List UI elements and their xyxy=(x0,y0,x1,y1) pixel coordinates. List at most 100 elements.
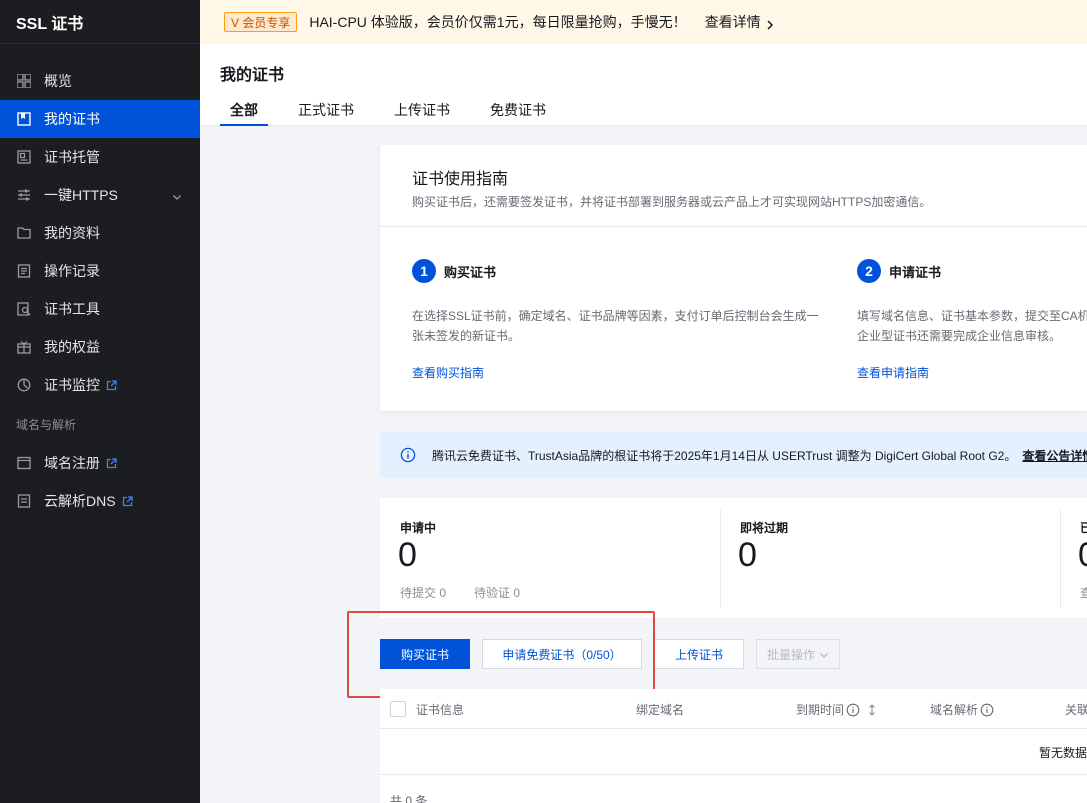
sidebar-item-label: 一键HTTPS xyxy=(44,187,118,203)
stat-expiring: 即将过期 0 xyxy=(720,498,1060,618)
sidebar-item-label: 我的资料 xyxy=(44,225,100,241)
sidebar: SSL 证书 概览 我的证书 证书托管 一键HTTPS 我的资料 操作记录 证书… xyxy=(0,0,200,803)
sidebar-item-label: 操作记录 xyxy=(44,263,100,279)
stat-sub: 查 xyxy=(1080,584,1087,601)
sidebar-item-label: 域名注册 xyxy=(44,455,100,471)
select-all-checkbox[interactable] xyxy=(390,701,406,717)
view-details-label: 查看详情 xyxy=(704,14,761,30)
notice-text: 腾讯云免费证书、TrustAsia品牌的根证书将于2025年1月14日从 USE… xyxy=(432,448,1017,463)
tab-free[interactable]: 免费证书 xyxy=(480,100,556,126)
stat-label: 已 xyxy=(1080,521,1087,535)
stat-value[interactable]: 0 xyxy=(398,536,417,575)
external-link-icon xyxy=(106,379,117,391)
sidebar-item-one-click-https[interactable]: 一键HTTPS xyxy=(0,176,200,214)
step-title: 申请证书 xyxy=(889,264,942,280)
cert-toolbar: 购买证书 申请免费证书（0/50） 上传证书 批量操作 xyxy=(380,639,852,669)
sidebar-item-domain-registration[interactable]: 域名注册 xyxy=(0,444,200,482)
folder-icon xyxy=(16,225,32,241)
stat-sub: 待提交 0 待验证 0 xyxy=(400,584,520,601)
pending-submit-count[interactable]: 待提交 0 xyxy=(400,586,446,600)
tab-all[interactable]: 全部 xyxy=(220,100,268,126)
divider xyxy=(380,226,1087,227)
page-header: 我的证书 全部 正式证书 上传证书 免费证书 xyxy=(200,44,1087,126)
empty-state: 暂无数据 xyxy=(1038,746,1087,760)
column-label: 到期时间 xyxy=(796,703,845,717)
guide-description: 购买证书后，还需要签发证书，并将证书部署到服务器或云产品上才可实现网站HTTPS… xyxy=(412,195,932,209)
batch-operation-dropdown[interactable]: 批量操作 xyxy=(756,639,841,669)
hosting-icon xyxy=(16,149,32,165)
column-bound-domain: 绑定域名 xyxy=(636,703,685,717)
step-description: 填写域名信息、证书基本参数，提交至CA机 企业型证书还需要完成企业信息审核。 xyxy=(857,309,1087,343)
apply-free-certificate-button[interactable]: 申请免费证书（0/50） xyxy=(482,639,642,669)
chevron-right-icon xyxy=(766,17,774,30)
apply-guide-link[interactable]: 查看申请指南 xyxy=(857,364,929,381)
sidebar-group-label: 域名与解析 xyxy=(16,417,77,432)
guide-step-apply: 2 申请证书 填写域名信息、证书基本参数，提交至CA机 企业型证书还需要完成企业… xyxy=(857,259,1087,381)
sidebar-item-hosting[interactable]: 证书托管 xyxy=(0,138,200,176)
sidebar-item-operation-log[interactable]: 操作记录 xyxy=(0,252,200,290)
sidebar-item-label: 证书托管 xyxy=(44,149,100,165)
sidebar-item-label: 概览 xyxy=(44,73,72,89)
sidebar-item-cert-tools[interactable]: 证书工具 xyxy=(0,290,200,328)
total-count: 共 0 条 xyxy=(390,794,428,803)
stat-third: 已 0 查 xyxy=(1060,498,1087,618)
chevron-down-icon xyxy=(819,649,829,659)
grid-icon xyxy=(16,73,32,89)
cert-stats: 申请中 0 待提交 0 待验证 0 即将过期 0 已 0 查 xyxy=(380,498,1087,618)
info-icon xyxy=(400,447,416,463)
guide-title: 证书使用指南 xyxy=(412,171,509,188)
upload-certificate-button[interactable]: 上传证书 xyxy=(654,639,745,669)
table-header: 证书信息 绑定域名 到期时间 域名解析 关联 xyxy=(380,689,1087,729)
root-cert-notice: 腾讯云免费证书、TrustAsia品牌的根证书将于2025年1月14日从 USE… xyxy=(380,432,1087,478)
certificate-table: 证书信息 绑定域名 到期时间 域名解析 关联 暂无数据 共 0 条 xyxy=(380,689,1087,803)
sidebar-nav-domain: 域名注册 云解析DNS xyxy=(0,444,200,520)
sidebar-item-label: 证书监控 xyxy=(44,377,100,393)
column-associated: 关联 xyxy=(1065,703,1087,717)
stat-sub-text: 查 xyxy=(1080,586,1087,600)
tab-official[interactable]: 正式证书 xyxy=(288,100,364,126)
divider xyxy=(380,774,1087,775)
gift-icon xyxy=(16,339,32,355)
monitor-icon xyxy=(16,377,32,393)
sidebar-item-my-profile[interactable]: 我的资料 xyxy=(0,214,200,252)
external-link-icon xyxy=(106,457,117,469)
promo-banner: V 会员专享 HAI-CPU 体验版，会员价仅需1元，每日限量抢购，手慢无！ 查… xyxy=(200,0,1087,44)
sidebar-item-cloud-dns[interactable]: 云解析DNS xyxy=(0,482,200,520)
view-details-link[interactable]: 查看详情 xyxy=(705,12,774,32)
sidebar-item-my-benefits[interactable]: 我的权益 xyxy=(0,328,200,366)
buy-guide-link[interactable]: 查看购买指南 xyxy=(412,364,484,381)
tool-icon xyxy=(16,301,32,317)
domain-icon xyxy=(16,455,32,471)
external-link-icon xyxy=(122,495,133,507)
stat-label: 即将过期 xyxy=(740,521,789,535)
pending-verify-count[interactable]: 待验证 0 xyxy=(474,586,520,600)
column-dns: 域名解析 xyxy=(930,701,994,718)
buy-certificate-button[interactable]: 购买证书 xyxy=(380,639,470,669)
sidebar-item-overview[interactable]: 概览 xyxy=(0,62,200,100)
sidebar-item-label: 我的权益 xyxy=(44,339,100,355)
cert-tabs: 全部 正式证书 上传证书 免费证书 xyxy=(220,100,576,126)
vip-badge: V 会员专享 xyxy=(224,12,298,32)
dns-icon xyxy=(16,493,32,509)
chevron-down-icon xyxy=(172,189,182,200)
certificate-icon xyxy=(16,111,32,127)
stat-applying: 申请中 0 待提交 0 待验证 0 xyxy=(380,498,720,618)
usage-guide-card: 证书使用指南 购买证书后，还需要签发证书，并将证书部署到服务器或云产品上才可实现… xyxy=(380,145,1087,411)
sort-icon[interactable] xyxy=(868,703,876,716)
stat-value[interactable]: 0 xyxy=(1078,536,1087,575)
question-icon[interactable] xyxy=(980,703,994,717)
promo-text: HAI-CPU 体验版，会员价仅需1元，每日限量抢购，手慢无！ xyxy=(309,14,687,30)
sidebar-item-cert-monitor[interactable]: 证书监控 xyxy=(0,366,200,404)
step-number: 1 xyxy=(412,259,436,283)
batch-operation-label: 批量操作 xyxy=(767,647,816,662)
notice-details-link[interactable]: 查看公告详情 xyxy=(1022,447,1087,464)
step-number: 2 xyxy=(857,259,881,283)
question-icon[interactable] xyxy=(846,703,860,717)
column-label: 域名解析 xyxy=(930,703,979,717)
tab-uploaded[interactable]: 上传证书 xyxy=(384,100,460,126)
page-title: 我的证书 xyxy=(220,67,285,84)
stat-value[interactable]: 0 xyxy=(738,536,757,575)
sidebar-item-my-certificates[interactable]: 我的证书 xyxy=(0,100,200,138)
column-expiry[interactable]: 到期时间 xyxy=(796,701,876,718)
sidebar-item-label: 我的证书 xyxy=(44,111,100,127)
